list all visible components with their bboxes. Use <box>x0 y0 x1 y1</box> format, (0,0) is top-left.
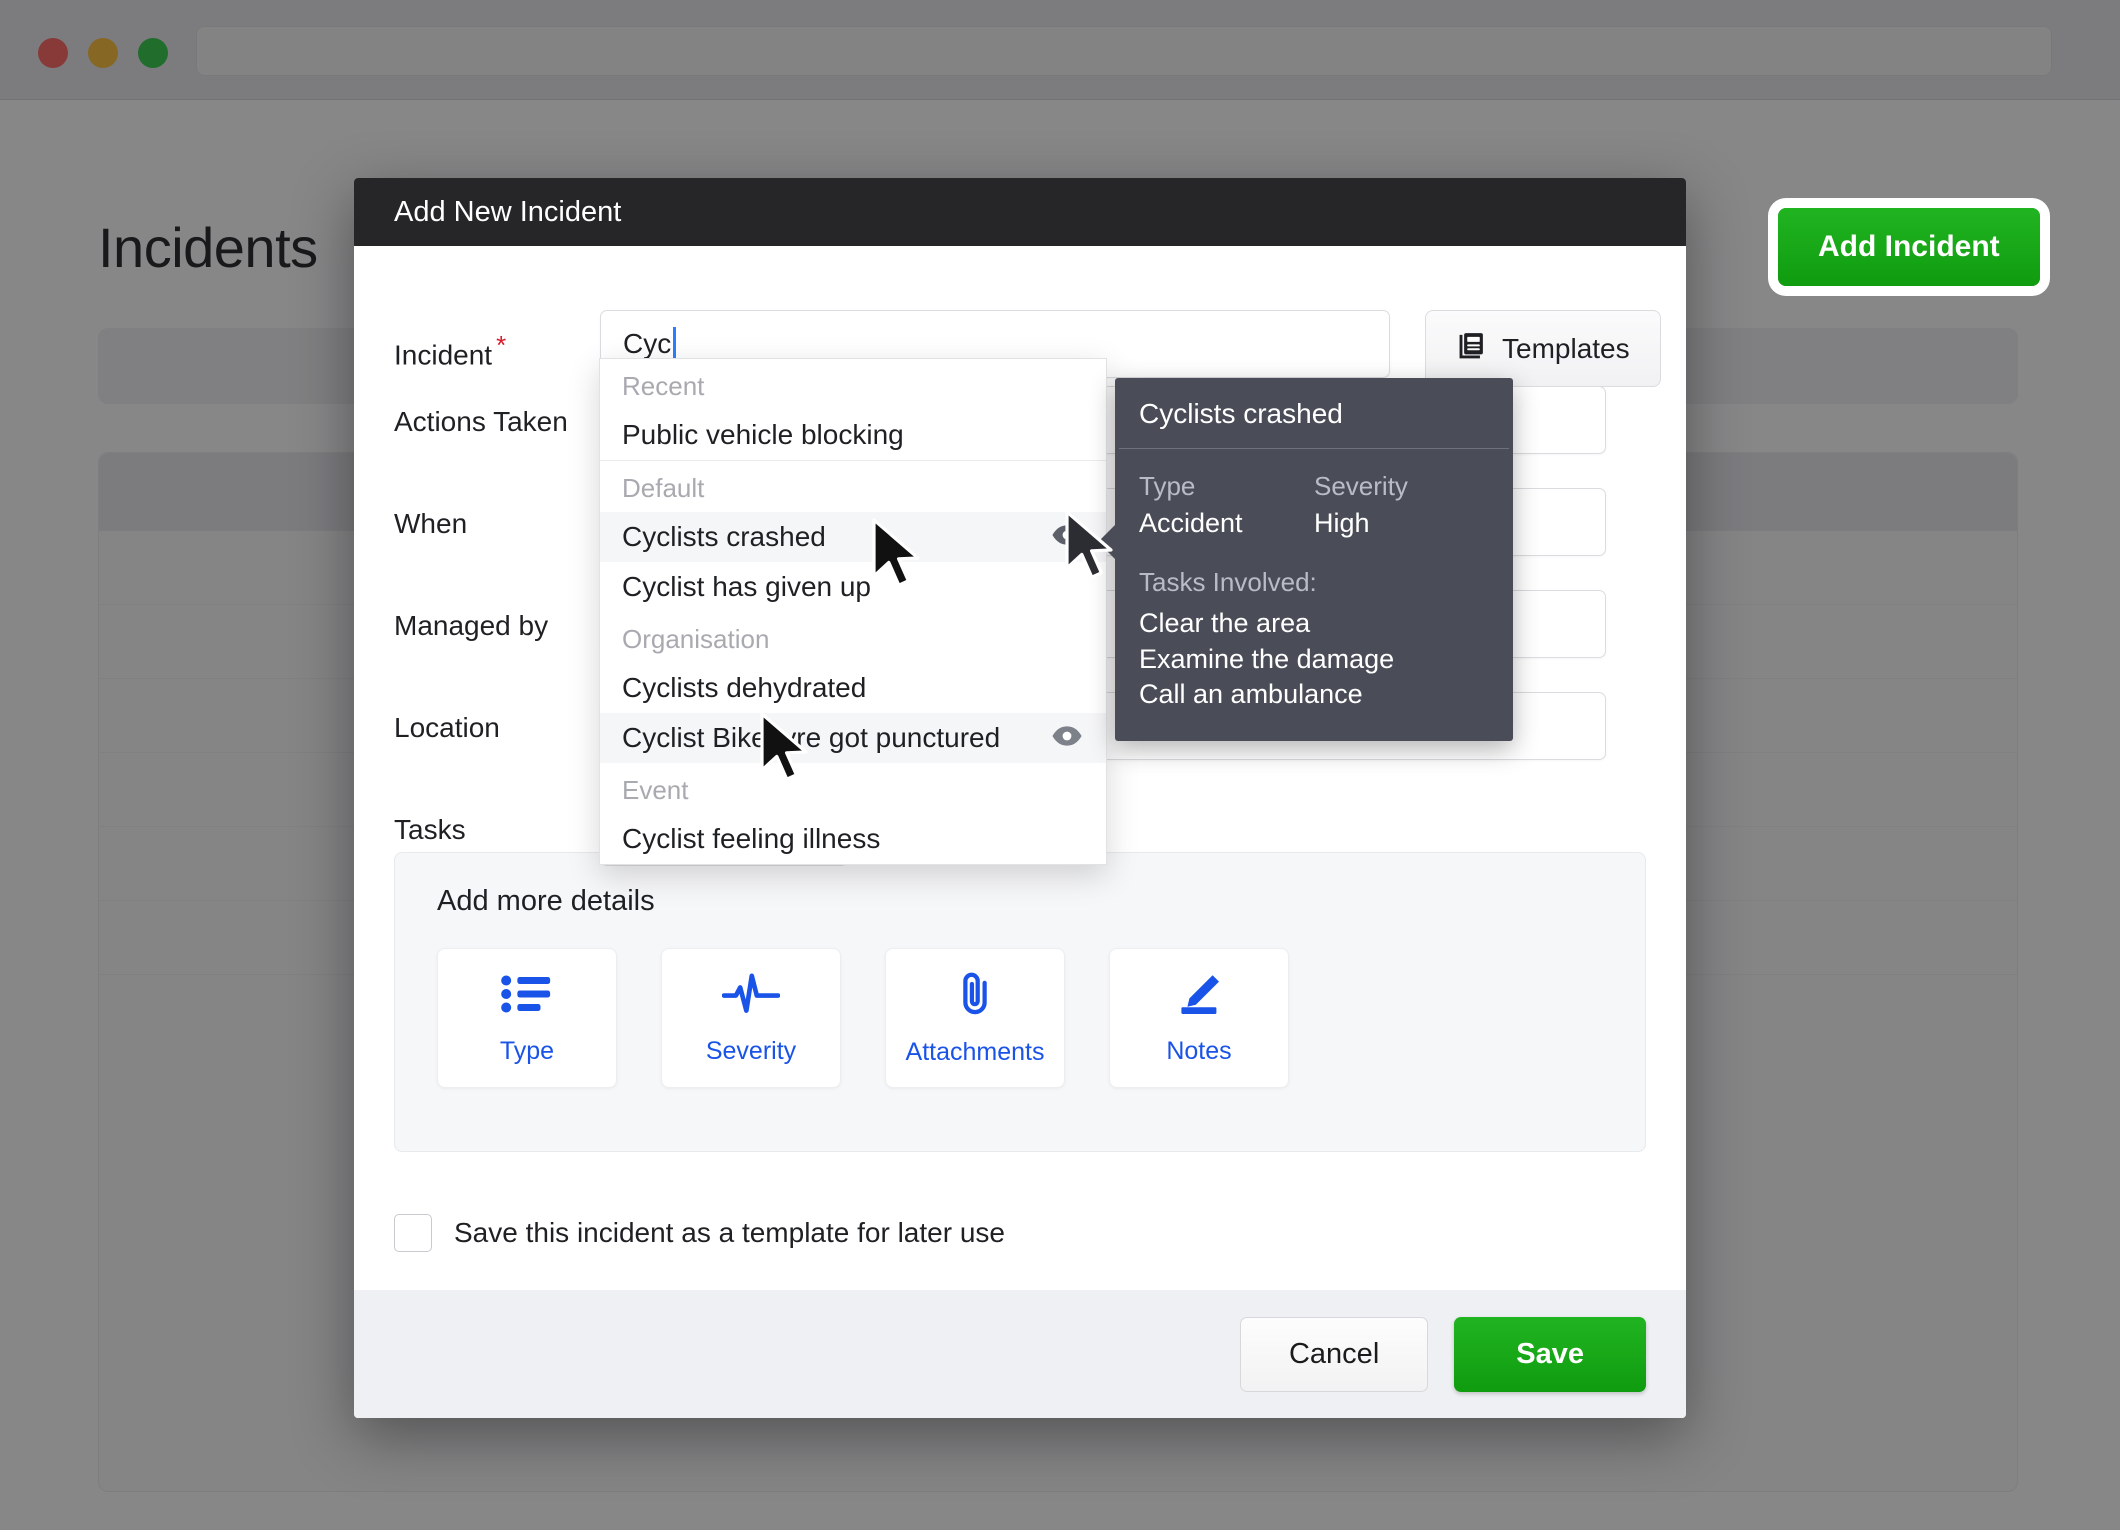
bullet-list-icon <box>500 970 554 1023</box>
detail-tile-severity[interactable]: Severity <box>661 948 841 1088</box>
templates-icon <box>1456 330 1486 367</box>
tooltip-type-key: Type <box>1139 471 1196 501</box>
detail-tile-label: Type <box>499 1037 555 1065</box>
field-label-tasks: Tasks <box>394 814 466 845</box>
templates-button[interactable]: Templates <box>1425 310 1661 387</box>
field-label-managed-by: Managed by <box>394 610 549 641</box>
dropdown-item[interactable]: Cyclist Bike tyre got punctured <box>600 713 1106 763</box>
save-button[interactable]: Save <box>1454 1316 1646 1392</box>
field-label-when: When <box>394 508 468 539</box>
dropdown-item[interactable]: Cyclists crashed <box>600 512 1106 562</box>
detail-tile-label: Severity <box>705 1037 797 1065</box>
templates-label: Templates <box>1502 332 1630 364</box>
detail-tile-type[interactable]: Type <box>437 948 617 1088</box>
dialog-header: Add New Incident <box>354 178 1686 246</box>
incident-preview-tooltip: Cyclists crashed Type Accident Severity … <box>1098 378 1513 741</box>
pencil-icon <box>1173 970 1225 1023</box>
mouse-cursor <box>758 712 816 791</box>
dropdown-item[interactable]: Public vehicle blocking <box>600 410 1106 460</box>
dropdown-group-label: Organisation <box>622 624 770 654</box>
tooltip-severity-column: Severity High <box>1314 471 1489 539</box>
save-as-template-label: Save this incident as a template for lat… <box>454 1217 1005 1248</box>
field-label-actions-taken: Actions Taken <box>394 406 568 437</box>
cancel-button[interactable]: Cancel <box>1239 1316 1429 1392</box>
tooltip-body: Type Accident Severity High Tasks Involv… <box>1115 449 1513 741</box>
dialog-title: Add New Incident <box>394 195 622 228</box>
detail-tiles: Type Severity Attachments Notes <box>395 918 1645 1088</box>
detail-tile-label: Attachments <box>905 1038 1045 1066</box>
dropdown-item[interactable]: Cyclists dehydrated <box>600 663 1106 713</box>
tooltip-type-value: Accident <box>1139 508 1243 538</box>
tooltip-meta-grid: Type Accident Severity High <box>1139 471 1489 539</box>
tooltip-task-item: Clear the area <box>1139 608 1311 638</box>
field-label-incident: Incident * <box>394 330 507 371</box>
save-as-template-row[interactable]: Save this incident as a template for lat… <box>394 1214 1005 1252</box>
dropdown-group-label: Default <box>622 473 705 503</box>
dropdown-item[interactable]: Cyclist has given up <box>600 562 1106 612</box>
detail-tile-notes[interactable]: Notes <box>1109 948 1289 1088</box>
dropdown-group-label: Recent <box>622 371 705 401</box>
tooltip-type-column: Type Accident <box>1139 471 1314 539</box>
pulse-icon <box>721 970 781 1023</box>
tooltip-task-item: Call an ambulance <box>1139 679 1363 710</box>
tooltip-tasks-label: Tasks Involved: <box>1139 567 1317 597</box>
detail-tile-label: Notes <box>1166 1037 1232 1065</box>
tooltip-severity-key: Severity <box>1314 471 1408 501</box>
add-incident-button[interactable]: Add Incident <box>1778 208 2040 286</box>
mouse-cursor <box>870 518 928 597</box>
save-as-template-checkbox[interactable] <box>394 1214 432 1252</box>
tooltip-task-item: Examine the damage <box>1139 643 1395 674</box>
preview-eye-icon[interactable] <box>1050 722 1084 754</box>
app-root: Incidents Add Incident Add New Incident <box>0 0 2120 1530</box>
paperclip-icon <box>951 969 999 1024</box>
incident-suggestions-dropdown[interactable]: Recent Public vehicle blocking Default C… <box>599 358 1107 865</box>
mouse-cursor <box>1063 510 1121 589</box>
text-caret <box>673 327 677 361</box>
add-more-details-panel: Add more details Type Severity Attachmen… <box>394 852 1646 1152</box>
tooltip-severity-value: High <box>1314 508 1370 538</box>
dialog-footer: Cancel Save <box>354 1290 1686 1418</box>
dropdown-item[interactable]: Cyclist feeling illness <box>600 814 1106 864</box>
dropdown-group-label: Event <box>622 775 689 805</box>
field-label-location: Location <box>394 712 500 743</box>
tooltip-title: Cyclists crashed <box>1139 398 1343 429</box>
detail-tile-attachments[interactable]: Attachments <box>885 948 1065 1088</box>
required-asterisk: * <box>496 330 507 360</box>
